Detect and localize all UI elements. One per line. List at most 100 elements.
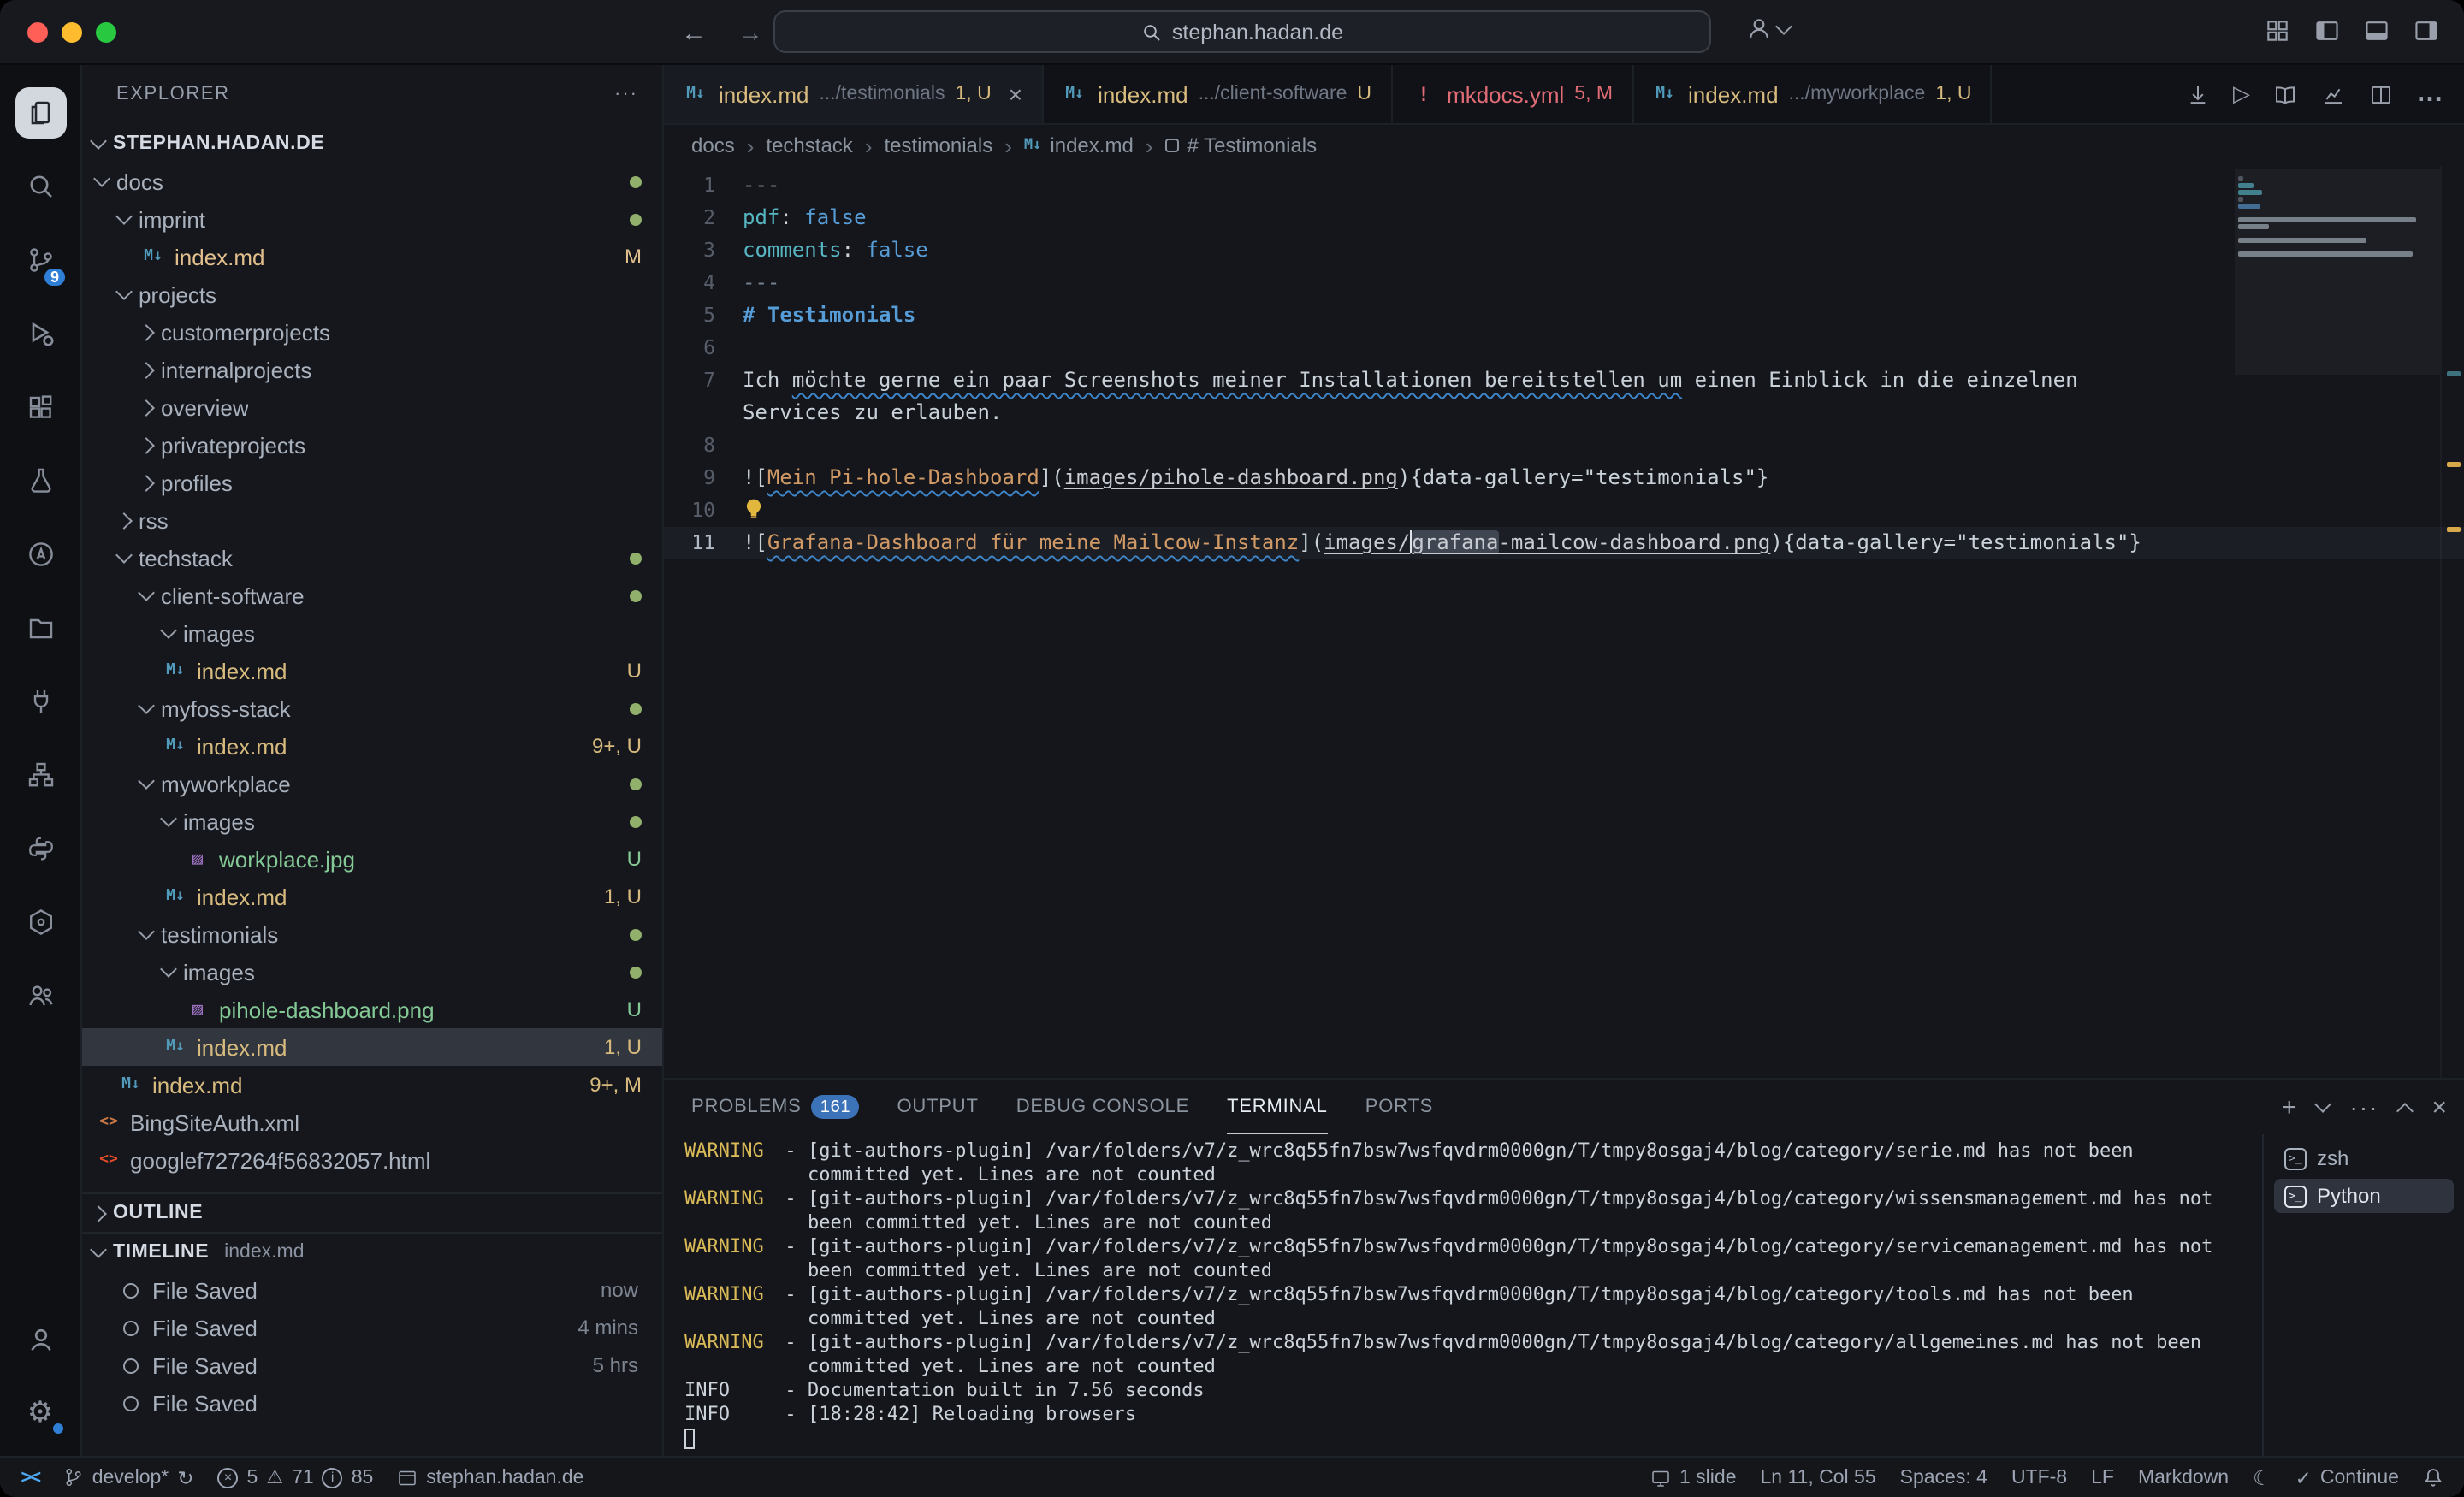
tree-item-index-md[interactable]: index.md9+, U: [82, 727, 662, 765]
close-panel-icon[interactable]: [2431, 1092, 2447, 1121]
tree-item-myworkplace[interactable]: myworkplace: [82, 765, 662, 802]
open-preview-icon[interactable]: [2272, 81, 2298, 107]
tree-item-index-md[interactable]: index.md1, U: [82, 1028, 662, 1066]
eol-status[interactable]: LF: [2091, 1467, 2114, 1488]
lightbulb-icon[interactable]: [743, 498, 765, 520]
cursor-position[interactable]: Ln 11, Col 55: [1761, 1467, 1876, 1488]
continue-status[interactable]: Continue: [2295, 1465, 2399, 1489]
timeline-item[interactable]: File Saved4 mins: [82, 1309, 662, 1346]
activity-run-debug[interactable]: [0, 296, 81, 370]
encoding-status[interactable]: UTF-8: [2011, 1467, 2067, 1488]
breadcrumb-techstack[interactable]: techstack: [766, 133, 852, 157]
breadcrumb-index-md[interactable]: index.md: [1024, 133, 1134, 157]
minimap[interactable]: [2235, 169, 2440, 597]
timeline-item[interactable]: File Savednow: [82, 1271, 662, 1309]
activity-people[interactable]: [0, 958, 81, 1032]
split-editor-icon[interactable]: [2368, 81, 2394, 107]
zoom-window-button[interactable]: [96, 22, 116, 43]
close-tab-icon[interactable]: [1009, 80, 1022, 108]
tree-item-rss[interactable]: rss: [82, 501, 662, 539]
tree-item-imprint[interactable]: imprint: [82, 200, 662, 238]
activity-explorer[interactable]: [0, 75, 81, 149]
panel-tab-terminal[interactable]: TERMINAL: [1227, 1080, 1328, 1134]
git-branch-status[interactable]: develop*: [63, 1465, 194, 1489]
terminal-session-python[interactable]: Python: [2274, 1179, 2454, 1213]
tree-item-customerprojects[interactable]: customerprojects: [82, 313, 662, 351]
tree-item-index-md[interactable]: index.md1, U: [82, 878, 662, 915]
timeline-item[interactable]: File Saved5 hrs: [82, 1346, 662, 1384]
settings-button[interactable]: ⚙: [0, 1376, 81, 1449]
close-window-button[interactable]: [27, 22, 48, 43]
tree-item-privateprojects[interactable]: privateprojects: [82, 426, 662, 464]
tree-item-index-md[interactable]: index.mdM: [82, 238, 662, 275]
tree-item-workplace-jpg[interactable]: workplace.jpgU: [82, 840, 662, 878]
slides-indicator[interactable]: 1 slide: [1649, 1467, 1737, 1488]
customize-layout-icon[interactable]: [2264, 17, 2291, 44]
tree-item-images[interactable]: images: [82, 953, 662, 991]
toggle-panel-icon[interactable]: [2363, 17, 2390, 44]
activity-search[interactable]: [0, 149, 81, 222]
activity-hexagon[interactable]: [0, 885, 81, 958]
tree-item-pihole-dashboard-png[interactable]: pihole-dashboard.pngU: [82, 991, 662, 1028]
panel-tab-output[interactable]: OUTPUT: [897, 1080, 978, 1134]
problems-summary[interactable]: × 5 71 i 85: [218, 1466, 374, 1488]
minimap-slider[interactable]: [2235, 169, 2440, 375]
timeline-section-header[interactable]: TIMELINE index.md: [82, 1232, 662, 1271]
terminal-prompt[interactable]: [684, 1427, 2242, 1449]
tree-item-bingsiteauth-xml[interactable]: BingSiteAuth.xml: [82, 1104, 662, 1141]
activity-infrastructure[interactable]: [0, 737, 81, 811]
editor-tab-index-md-myworkplace[interactable]: index.md.../myworkplace1, U: [1633, 65, 1992, 123]
remote-indicator[interactable]: [21, 1467, 39, 1488]
live-site-status[interactable]: stephan.hadan.de: [397, 1467, 583, 1488]
profile-menu[interactable]: [1745, 15, 1790, 43]
editor-tab-mkdocs-yml-[interactable]: mkdocs.yml5, M: [1392, 65, 1633, 123]
minimize-window-button[interactable]: [62, 22, 82, 43]
terminal-session-zsh[interactable]: zsh: [2274, 1141, 2454, 1175]
breadcrumb--testimonials[interactable]: # Testimonials: [1165, 133, 1318, 157]
graph-icon[interactable]: [2320, 81, 2346, 107]
tree-item-googlef727264f56832057-html[interactable]: googlef727264f56832057.html: [82, 1141, 662, 1179]
breadcrumb-docs[interactable]: docs: [691, 133, 735, 157]
tree-item-index-md[interactable]: index.md9+, M: [82, 1066, 662, 1104]
moon-icon[interactable]: [2253, 1465, 2272, 1489]
panel-tab-debug-console[interactable]: DEBUG CONSOLE: [1016, 1080, 1189, 1134]
accounts-button[interactable]: [0, 1302, 81, 1376]
explorer-more-actions-icon[interactable]: [614, 84, 638, 104]
tree-item-client-software[interactable]: client-software: [82, 577, 662, 614]
tree-item-projects[interactable]: projects: [82, 275, 662, 313]
activity-extensions[interactable]: [0, 370, 81, 443]
outline-section-header[interactable]: OUTLINE: [82, 1192, 662, 1232]
forward-icon[interactable]: [737, 18, 763, 47]
toggle-secondary-sidebar-icon[interactable]: [2413, 17, 2440, 44]
maximize-panel-icon[interactable]: [2397, 1102, 2414, 1119]
more-actions-icon[interactable]: [2416, 79, 2443, 109]
new-terminal-icon[interactable]: [2282, 1092, 2297, 1121]
language-mode[interactable]: Markdown: [2138, 1467, 2229, 1488]
indentation-status[interactable]: Spaces: 4: [1900, 1467, 1987, 1488]
workspace-section-header[interactable]: STEPHAN.HADAN.DE: [82, 123, 662, 163]
tree-item-techstack[interactable]: techstack: [82, 539, 662, 577]
activity-circle-a[interactable]: [0, 517, 81, 590]
terminal-dropdown-icon[interactable]: [2315, 1096, 2332, 1113]
toggle-primary-sidebar-icon[interactable]: [2313, 17, 2341, 44]
tree-item-internalprojects[interactable]: internalprojects: [82, 351, 662, 388]
editor-tab-index-md-testimonials[interactable]: index.md.../testimonials1, U: [664, 65, 1043, 123]
panel-tab-problems[interactable]: PROBLEMS161: [691, 1080, 859, 1134]
tree-item-index-md[interactable]: index.mdU: [82, 652, 662, 689]
tree-item-images[interactable]: images: [82, 614, 662, 652]
tree-item-testimonials[interactable]: testimonials: [82, 915, 662, 953]
tree-item-profiles[interactable]: profiles: [82, 464, 662, 501]
command-center[interactable]: stephan.hadan.de: [773, 10, 1711, 53]
breadcrumb-testimonials[interactable]: testimonials: [885, 133, 993, 157]
activity-testing[interactable]: [0, 443, 81, 517]
editor-tab-index-md-client-software[interactable]: index.md.../client-softwareU: [1043, 65, 1392, 123]
panel-tab-ports[interactable]: PORTS: [1365, 1080, 1433, 1134]
export-icon[interactable]: [2185, 81, 2211, 107]
tree-item-docs[interactable]: docs: [82, 163, 662, 200]
back-icon[interactable]: [681, 18, 707, 47]
panel-more-icon[interactable]: [2349, 1093, 2378, 1121]
timeline-item[interactable]: File Saved: [82, 1384, 662, 1422]
tree-item-myfoss-stack[interactable]: myfoss-stack: [82, 689, 662, 727]
activity-folder[interactable]: [0, 590, 81, 664]
run-button[interactable]: [2233, 79, 2250, 109]
